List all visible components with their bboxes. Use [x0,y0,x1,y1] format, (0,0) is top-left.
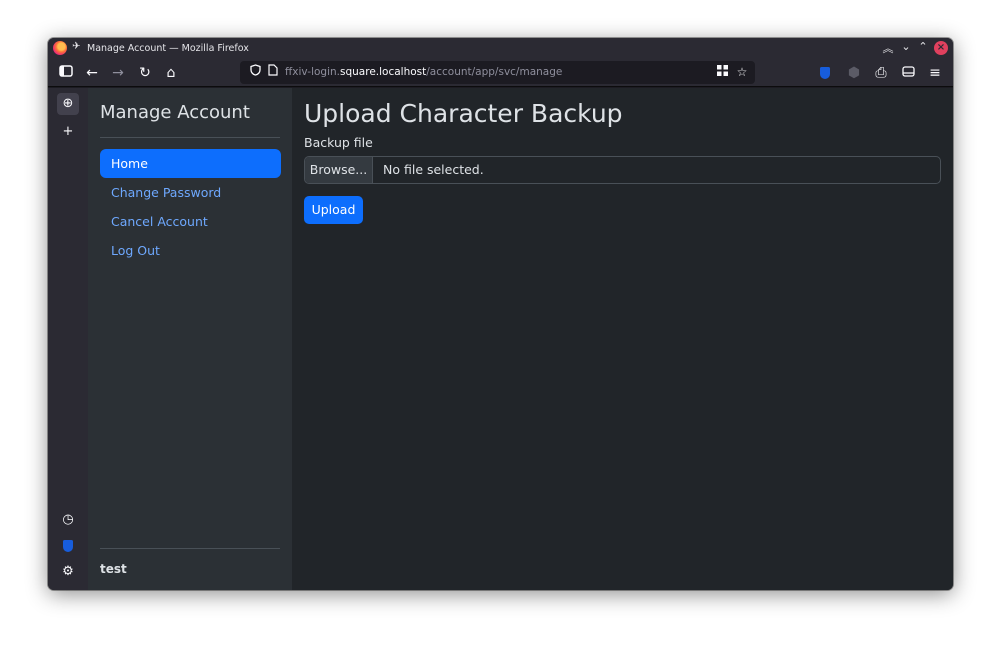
title-bar: ✈ Manage Account — Mozilla Firefox ︽ ⌄ ⌃… [48,38,953,58]
reload-icon[interactable]: ↻ [136,64,154,82]
back-icon[interactable]: ← [83,64,101,82]
add-icon[interactable]: + [57,121,79,143]
page-title: Upload Character Backup [304,99,623,128]
menu-icon[interactable]: ≡ [926,64,944,82]
sidebar-toggle-icon[interactable] [57,64,75,82]
qr-code-icon[interactable] [714,64,730,80]
upload-button[interactable]: Upload [304,196,363,224]
main-panel: Upload Character Backup Backup file Brow… [292,88,953,590]
extensions-puzzle-icon[interactable]: ⎙ [872,64,890,82]
backup-file-input[interactable]: Browse... No file selected. [304,156,941,184]
settings-gear-icon[interactable]: ⚙ [57,561,79,583]
sidebar-brand: Manage Account [100,102,250,123]
browse-button[interactable]: Browse... [305,157,373,183]
navigation-bar: ← → ↻ ⌂ ffxiv-login.square.localhost/acc… [48,58,953,87]
sidebar-item-log-out[interactable]: Log Out [100,236,281,265]
user-name[interactable]: test [100,562,127,576]
page-content: Manage Account Home Change Password Canc… [88,88,953,590]
browser-sidebar-strip: ⊕ + ◷ ⚙ [48,88,88,590]
globe-icon[interactable]: ⊕ [57,93,79,115]
firefox-logo-icon [53,41,67,55]
bookmark-star-icon[interactable]: ☆ [734,64,750,80]
pin-icon[interactable]: ✈ [72,41,80,52]
home-icon[interactable]: ⌂ [162,64,180,82]
tracking-protection-icon[interactable] [247,64,263,80]
bitwarden-icon[interactable] [816,64,834,82]
file-status-text: No file selected. [383,162,484,177]
sidebar-item-cancel-account[interactable]: Cancel Account [100,207,281,236]
sidebar-bottom-divider [100,548,280,549]
app-sidebar: Manage Account Home Change Password Canc… [88,88,292,590]
page-info-icon[interactable] [265,64,281,80]
extension-icon[interactable]: ⬢ [845,64,863,82]
close-window-icon[interactable]: × [934,41,948,55]
minimize-icon[interactable]: ⌄ [899,40,913,53]
url-text: ffxiv-login.square.localhost/account/app… [285,66,563,78]
account-icon[interactable] [899,64,917,82]
history-clock-icon[interactable]: ◷ [57,509,79,531]
bitwarden-sidebar-icon[interactable] [57,535,79,557]
sidebar-item-change-password[interactable]: Change Password [100,178,281,207]
sidebar-item-home[interactable]: Home [100,149,281,178]
browser-window: ✈ Manage Account — Mozilla Firefox ︽ ⌄ ⌃… [48,38,953,590]
maximize-icon[interactable]: ⌃ [916,40,930,53]
backup-file-label: Backup file [304,135,373,150]
forward-icon[interactable]: → [109,64,127,82]
window-title: Manage Account — Mozilla Firefox [87,43,249,54]
keep-above-icon[interactable]: ︽ [881,40,895,56]
sidebar-divider [100,137,280,138]
url-bar[interactable]: ffxiv-login.square.localhost/account/app… [240,61,755,84]
